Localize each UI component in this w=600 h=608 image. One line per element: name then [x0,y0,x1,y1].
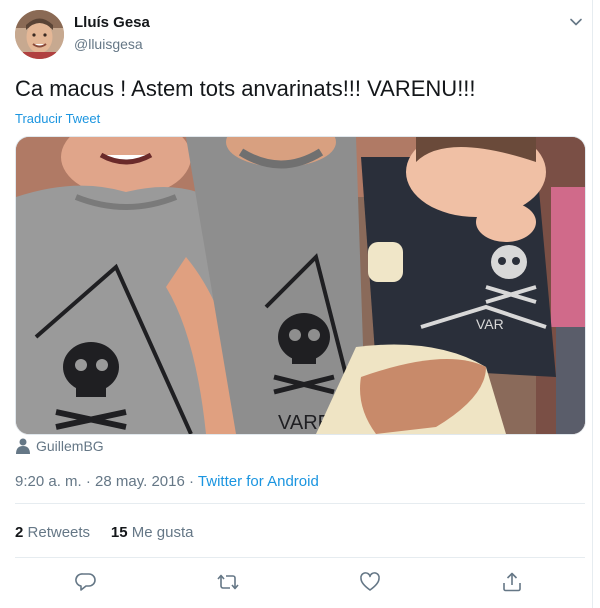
person-icon [16,438,30,454]
likes-label: Me gusta [131,524,194,541]
share-icon[interactable] [500,570,524,594]
tweet-date[interactable]: 28 may. 2016 [95,473,185,490]
divider [15,503,585,504]
tweet-photo[interactable]: VARENU VAR [15,136,586,435]
author-handle[interactable]: @lluisgesa [74,36,143,52]
translate-tweet-link[interactable]: Traducir Tweet [15,111,100,126]
avatar[interactable] [15,10,64,59]
reply-icon[interactable] [74,570,98,594]
tweet-stats: 2 Retweets 15 Me gusta [15,524,193,541]
tweet-time[interactable]: 9:20 a. m. [15,473,82,490]
retweet-icon[interactable] [216,570,240,594]
chevron-down-icon[interactable] [568,14,584,30]
tagged-user-name: GuillemBG [36,438,104,454]
tweet-card: Lluís Gesa @lluisgesa Ca macus ! Astem t… [0,0,600,608]
meta-separator: · [85,473,91,490]
tweet-actions [0,570,600,598]
meta-separator: · [189,473,194,490]
tweet-source-link[interactable]: Twitter for Android [198,473,319,490]
shirt-text-right: VAR [476,316,504,332]
tagged-user[interactable]: GuillemBG [16,438,104,454]
likes-count: 15 [110,524,128,541]
card-border [592,0,593,608]
tweet-meta: 9:20 a. m. · 28 may. 2016 · Twitter for … [15,473,319,490]
author-name[interactable]: Lluís Gesa [74,14,150,31]
likes-stat[interactable]: 15 Me gusta [111,524,194,541]
avatar-image [15,10,64,59]
divider [15,557,585,558]
heart-icon[interactable] [358,570,382,594]
retweets-stat[interactable]: 2 Retweets [15,524,90,541]
tweet-text: Ca macus ! Astem tots anvarinats!!! VARE… [15,76,476,101]
retweets-count: 2 [15,524,24,541]
retweets-label: Retweets [27,524,91,541]
